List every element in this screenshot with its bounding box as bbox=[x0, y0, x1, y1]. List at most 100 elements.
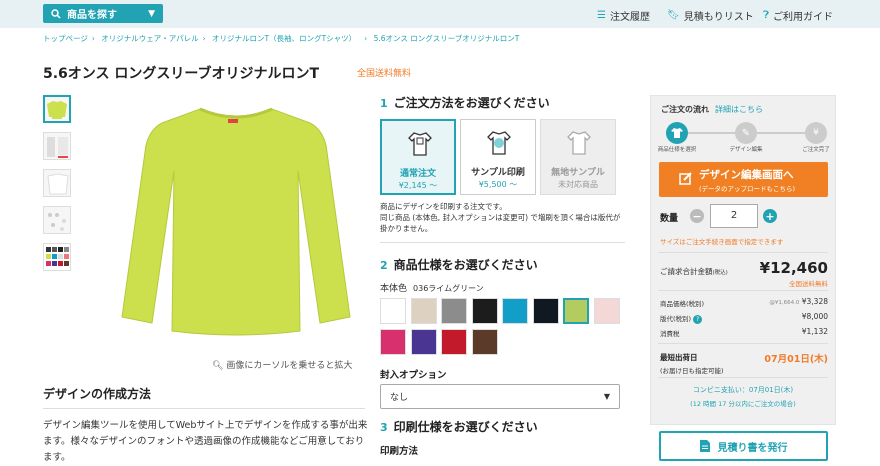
price-value: ¥3,328 bbox=[801, 297, 828, 306]
color-swatch[interactable] bbox=[441, 298, 467, 324]
color-swatch[interactable] bbox=[471, 298, 498, 324]
quantity-decrease-button[interactable]: − bbox=[690, 209, 704, 223]
bookmark-icon: 🔖︎ bbox=[667, 10, 680, 21]
price-row-value: @¥1,664.0 ¥3,328 bbox=[769, 297, 828, 306]
insert-option-label: 封入オプション bbox=[380, 370, 447, 381]
option-sample-print[interactable]: サンプル印刷 ¥5,500 ～ bbox=[460, 119, 536, 195]
step-connector bbox=[686, 132, 736, 134]
color-swatch[interactable] bbox=[532, 298, 559, 324]
color-swatch[interactable] bbox=[502, 298, 528, 324]
order-flow-heading: ご注文の流れ 詳細はこちら bbox=[661, 104, 763, 115]
quote-list-link[interactable]: 🔖︎ 見積もりリスト bbox=[667, 8, 754, 23]
option-label: 無地サンプル bbox=[551, 168, 605, 178]
search-icon bbox=[51, 8, 61, 19]
yen-icon: ¥ bbox=[813, 128, 819, 138]
step-number: 2 bbox=[380, 259, 388, 272]
shirt-print-icon bbox=[487, 131, 511, 155]
flow-detail-link[interactable]: 詳細はこちら bbox=[715, 105, 763, 114]
design-editor-label: デザイン編集画面へ bbox=[699, 169, 794, 181]
color-swatch[interactable] bbox=[563, 298, 589, 324]
thumbnail-item[interactable] bbox=[43, 169, 71, 197]
option-blank-sample: 無地サンプル 未対応商品 bbox=[540, 119, 616, 195]
shirts-icon bbox=[408, 132, 432, 156]
issue-quote-label: 見積り書を発行 bbox=[717, 442, 788, 454]
issue-quote-button[interactable]: 見積り書を発行 bbox=[659, 431, 828, 461]
divider bbox=[380, 242, 625, 243]
thumbnail-item[interactable] bbox=[43, 95, 71, 123]
print-spec-heading: 3 印刷仕様をお選びください bbox=[380, 418, 538, 435]
shipping-date-value: 07月01日(木) bbox=[764, 354, 828, 365]
order-history-label: 注文履歴 bbox=[609, 12, 650, 23]
shirt-icon bbox=[671, 128, 683, 138]
search-button-label: 商品を探す bbox=[67, 10, 117, 21]
price-row-label: 商品価格(税別) bbox=[660, 300, 705, 308]
order-history-link[interactable]: ☰ 注文履歴 bbox=[597, 8, 650, 23]
order-method-heading: 1 ご注文方法をお選びください bbox=[380, 94, 550, 111]
free-shipping-badge: 全国送料無料 bbox=[357, 69, 412, 79]
page-title: 5.6オンス ロングスリーブオリジナルロンT bbox=[43, 66, 320, 82]
divider bbox=[658, 343, 828, 344]
body-color-label: 本体色 036ライムグリーン bbox=[380, 281, 484, 294]
shipping-date-sub: (お届け日も指定可能) bbox=[660, 367, 724, 375]
thumbnail-item[interactable] bbox=[43, 132, 71, 160]
top-bar: 商品を探す ▼ ☰ 注文履歴 🔖︎ 見積もりリスト ❓︎ ご利用ガイド bbox=[0, 0, 880, 28]
thumbnail-item[interactable] bbox=[43, 206, 71, 234]
zoom-hint-text: 画像にカーソルを乗せると拡大 bbox=[226, 361, 353, 371]
guide-label: ご利用ガイド bbox=[773, 12, 834, 23]
body-color-title: 本体色 bbox=[380, 284, 408, 294]
color-swatch[interactable] bbox=[471, 329, 498, 355]
color-swatch[interactable] bbox=[593, 298, 620, 324]
guide-link[interactable]: ❓︎ ご利用ガイド bbox=[763, 8, 833, 23]
option-price: ¥5,500 ～ bbox=[478, 180, 518, 189]
magnifier-icon: 🔍︎ bbox=[212, 361, 224, 371]
color-swatch[interactable] bbox=[380, 329, 406, 355]
thumbnail-list bbox=[43, 95, 71, 280]
quantity-increase-button[interactable]: + bbox=[763, 209, 777, 223]
help-icon: ❓︎ bbox=[763, 10, 770, 21]
breadcrumb-item-current[interactable]: 5.6オンス ロングスリーブオリジナルロンT bbox=[374, 34, 520, 43]
body-color-name: 036ライムグリーン bbox=[413, 284, 484, 293]
breadcrumb-item-top[interactable]: トップページ bbox=[43, 34, 88, 43]
breadcrumb-item-apparel[interactable]: オリジナルウェア・アパレル bbox=[101, 34, 198, 43]
option-price: ¥2,145 ～ bbox=[398, 181, 438, 190]
design-editor-sublabel: (データのアップロードもこちら) bbox=[699, 185, 796, 193]
insert-option-value: なし bbox=[390, 393, 409, 403]
divider bbox=[658, 290, 828, 291]
design-description: デザイン編集ツールを使用してWebサイト上でデザインを作成する事が出来ます。様々… bbox=[43, 420, 368, 463]
total-label: ご請求合計金額(税込) bbox=[660, 266, 728, 277]
breadcrumb-item-longtee[interactable]: オリジナルロンT（長袖、ロングTシャツ） bbox=[212, 34, 356, 43]
quantity-input[interactable]: 2 bbox=[710, 204, 758, 228]
question-icon[interactable]: ? bbox=[693, 315, 703, 324]
chevron-down-icon: ▼ bbox=[148, 8, 155, 19]
order-flow-title: ご注文の流れ bbox=[661, 105, 709, 114]
option-label: 通常注文 bbox=[399, 169, 436, 179]
tax-label: 消費税 bbox=[660, 330, 680, 338]
color-swatch[interactable] bbox=[441, 329, 467, 355]
divider bbox=[658, 377, 828, 378]
spec-title: 商品仕様をお選びください bbox=[393, 258, 538, 272]
order-method-title: ご注文方法をお選びください bbox=[393, 96, 550, 110]
step-label: 商品仕様を選択 bbox=[657, 147, 697, 153]
step-label: ご注文完了 bbox=[802, 147, 830, 153]
list-icon: ☰ bbox=[597, 10, 606, 21]
divider bbox=[43, 408, 365, 409]
color-swatch[interactable] bbox=[410, 298, 437, 324]
product-image[interactable] bbox=[120, 105, 352, 337]
shipping-date-label: 最短出荷日 bbox=[660, 353, 698, 362]
insert-option-select[interactable]: なし ▼ bbox=[380, 384, 620, 409]
breadcrumb: トップページ › オリジナルウェア・アパレル › オリジナルロンT（長袖、ロングTシ… bbox=[43, 34, 520, 43]
color-swatch[interactable] bbox=[410, 329, 437, 355]
quantity-note: サイズはご注文手続き画面で指定できます bbox=[660, 238, 784, 246]
design-editor-button[interactable]: デザイン編集画面へ (データのアップロードもこちら) bbox=[659, 162, 828, 197]
color-swatch[interactable] bbox=[380, 298, 406, 324]
thumbnail-item[interactable] bbox=[43, 243, 71, 271]
option-normal-order[interactable]: 通常注文 ¥2,145 ～ bbox=[380, 119, 456, 195]
option-label: サンプル印刷 bbox=[471, 168, 525, 178]
convenience-store-payment: コンビニ支払い：07月01日(木) bbox=[692, 386, 794, 394]
plate-fee-label: 版代(税別)? bbox=[660, 313, 703, 324]
step-connector bbox=[757, 132, 807, 134]
caret-down-icon: ▼ bbox=[603, 392, 610, 401]
product-search-button[interactable]: 商品を探す ▼ bbox=[43, 4, 163, 23]
spec-heading: 2 商品仕様をお選びください bbox=[380, 256, 538, 273]
quantity-label: 数量 bbox=[660, 214, 679, 224]
